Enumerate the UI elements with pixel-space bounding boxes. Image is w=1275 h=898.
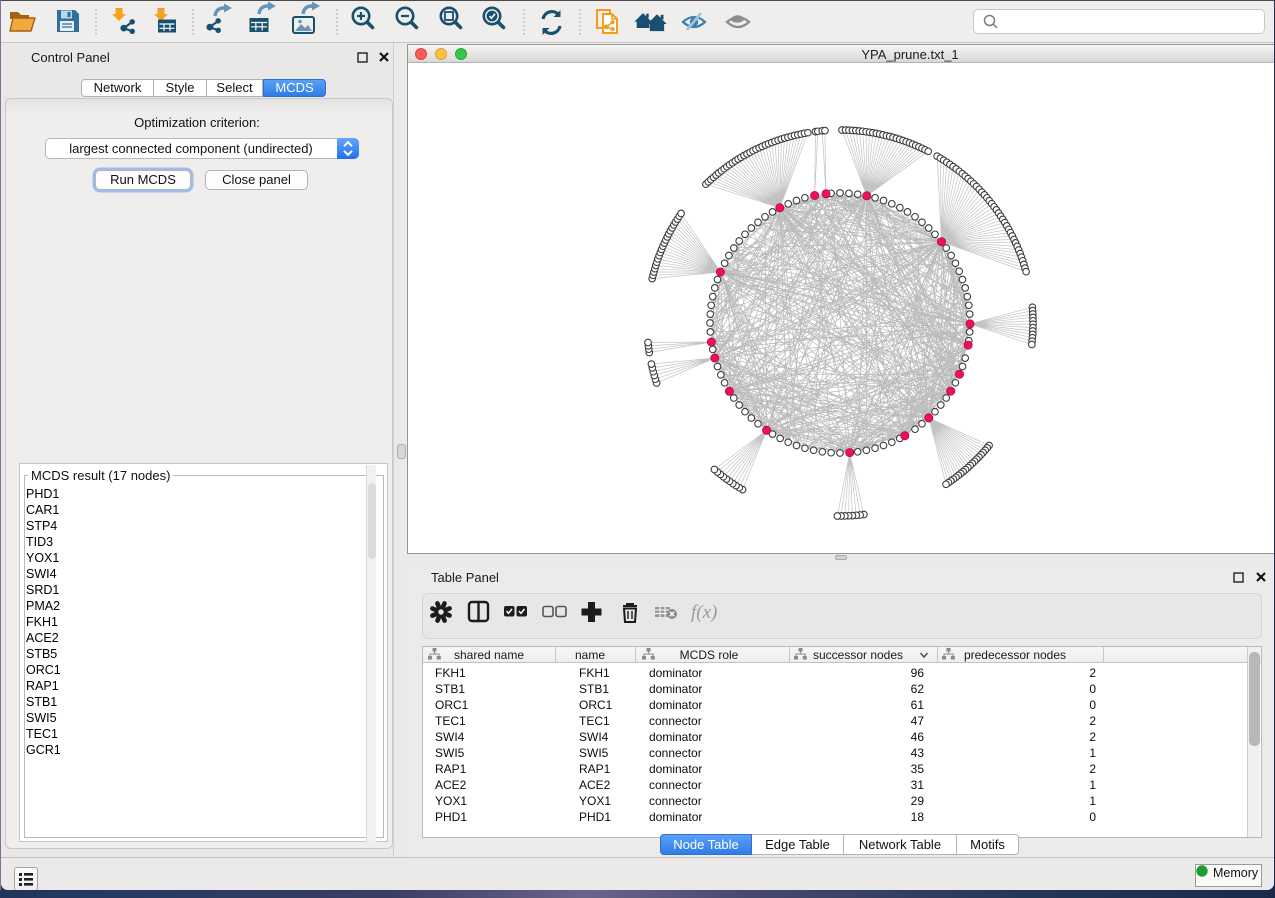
svg-text:f(x): f(x) bbox=[691, 602, 717, 623]
